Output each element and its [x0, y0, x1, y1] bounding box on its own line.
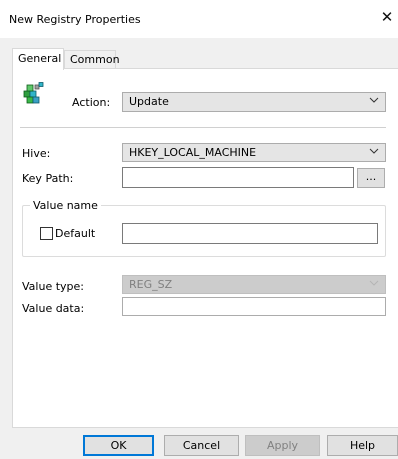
tab-common[interactable]: Common — [64, 50, 120, 69]
chevron-down-icon — [369, 280, 379, 286]
apply-button-label: Apply — [266, 439, 299, 452]
action-dropdown-value: Update — [129, 95, 169, 108]
tab-general[interactable]: General — [12, 48, 64, 70]
key-path-input[interactable] — [122, 167, 354, 188]
tab-general-label: General — [18, 52, 62, 65]
action-dropdown[interactable]: Update — [122, 92, 386, 112]
action-label: Action: — [72, 96, 111, 109]
window-title: New Registry Properties — [9, 13, 141, 26]
value-data-label: Value data: — [22, 302, 85, 315]
default-checkbox-label[interactable]: Default — [55, 227, 95, 240]
registry-cubes-icon — [23, 82, 44, 104]
chevron-down-icon — [369, 148, 379, 154]
close-icon: ✕ — [380, 8, 394, 26]
ok-button[interactable]: OK — [83, 435, 154, 456]
help-button[interactable]: Help — [327, 435, 398, 456]
browse-key-path-button[interactable]: ... — [357, 168, 385, 188]
value-type-dropdown-value: REG_SZ — [129, 278, 173, 291]
hive-label: Hive: — [22, 147, 51, 160]
value-name-legend: Value name — [30, 199, 101, 212]
browse-button-label: ... — [365, 170, 377, 183]
key-path-label: Key Path: — [22, 172, 74, 185]
cancel-button[interactable]: Cancel — [164, 435, 239, 456]
help-button-label: Help — [349, 439, 376, 452]
close-button[interactable]: ✕ — [376, 6, 398, 28]
tab-common-label: Common — [70, 53, 120, 66]
apply-button[interactable]: Apply — [245, 435, 320, 456]
separator — [20, 127, 386, 128]
default-checkbox[interactable] — [40, 227, 53, 240]
value-name-input[interactable] — [122, 223, 378, 244]
chevron-down-icon — [369, 97, 379, 103]
value-data-input[interactable] — [122, 297, 386, 316]
cancel-button-label: Cancel — [182, 439, 221, 452]
title-bar: New Registry Properties ✕ — [0, 0, 398, 38]
ok-button-label: OK — [110, 439, 127, 452]
value-type-dropdown[interactable]: REG_SZ — [122, 275, 386, 294]
hive-dropdown-value: HKEY_LOCAL_MACHINE — [129, 146, 257, 159]
value-type-label: Value type: — [22, 280, 84, 293]
hive-dropdown[interactable]: HKEY_LOCAL_MACHINE — [122, 143, 386, 162]
